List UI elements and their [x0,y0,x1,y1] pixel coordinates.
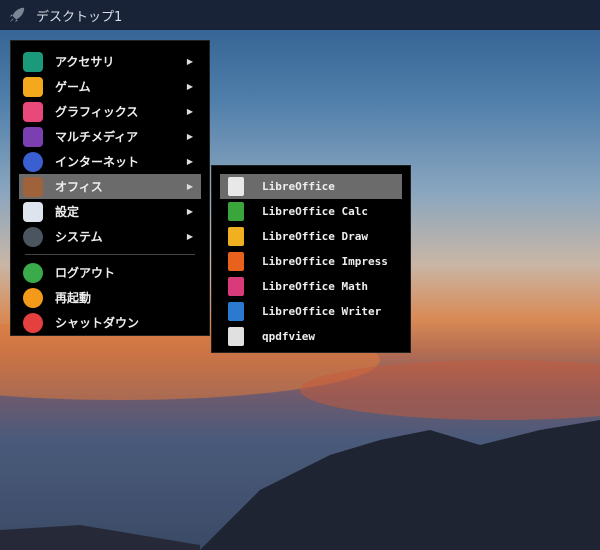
menu-item-label: ログアウト [55,266,116,280]
menu-item-label: マルチメディア [55,130,139,144]
menu-item-gear[interactable]: システム ▶ [19,224,201,249]
menu-item-label: LibreOffice [262,180,335,193]
briefcase-icon [23,176,43,197]
menu-item-restart[interactable]: 再起動 [19,285,201,310]
submenu-arrow-icon: ▶ [186,132,193,141]
power-icon [23,312,43,333]
menu-item-label: ゲーム [55,80,91,94]
taskbar: デスクトップ1 [0,0,600,30]
logout-icon [23,262,43,283]
menu-item-label: システム [55,230,103,244]
menu-item-accessories[interactable]: アクセサリ ▶ [19,49,201,74]
menu-item-label: 再起動 [55,291,92,305]
menu-item-qpdfview[interactable]: qpdfview [220,324,402,349]
writer-icon [228,302,244,321]
menu-item-multimedia[interactable]: マルチメディア ▶ [19,124,201,149]
menu-item-label: アクセサリ [55,55,115,69]
menu-item-label: グラフィックス [55,105,139,119]
menu-item-draw[interactable]: LibreOffice Draw [220,224,402,249]
application-menu: アクセサリ ▶ ゲーム ▶ グラフィックス ▶ マルチメディア ▶ インターネット ▶ オフィス ▶ 設… [10,40,210,336]
menu-item-math[interactable]: LibreOffice Math [220,274,402,299]
submenu-arrow-icon: ▶ [186,157,193,166]
menu-item-label: インターネット [55,155,140,169]
menu-item-label: LibreOffice Math [262,280,368,293]
restart-icon [23,287,43,308]
menu-item-internet[interactable]: インターネット ▶ [19,149,201,174]
menu-item-label: LibreOffice Impress [262,255,388,268]
submenu-arrow-icon: ▶ [186,232,193,241]
menu-item-power[interactable]: シャットダウン [19,310,201,335]
menu-item-logout[interactable]: ログアウト [19,260,201,285]
submenu-arrow-icon: ▶ [186,57,193,66]
menu-item-label: LibreOffice Calc [262,205,368,218]
gamepad-icon [23,76,43,97]
settings-icon [23,201,43,222]
menu-item-gamepad[interactable]: ゲーム ▶ [19,74,201,99]
submenu-arrow-icon: ▶ [186,107,193,116]
menu-item-label: qpdfview [262,330,315,343]
submenu-arrow-icon: ▶ [186,207,193,216]
desktop-name[interactable]: デスクトップ1 [36,6,122,25]
calc-icon [228,202,244,221]
submenu-arrow-icon: ▶ [186,82,193,91]
menu-separator [25,254,195,255]
rocket-icon[interactable] [8,6,26,24]
menu-item-calc[interactable]: LibreOffice Calc [220,199,402,224]
menu-item-label: オフィス [55,180,103,194]
math-icon [228,277,244,296]
impress-icon [228,252,244,271]
libreoffice-icon [228,177,244,196]
internet-icon [23,151,43,172]
draw-icon [228,227,244,246]
menu-item-settings[interactable]: 設定 ▶ [19,199,201,224]
accessories-icon [23,51,43,72]
menu-item-impress[interactable]: LibreOffice Impress [220,249,402,274]
qpdfview-icon [228,327,244,346]
menu-item-label: LibreOffice Writer [262,305,382,318]
menu-item-label: シャットダウン [55,316,140,330]
menu-item-label: LibreOffice Draw [262,230,368,243]
menu-item-libreoffice[interactable]: LibreOffice [220,174,402,199]
menu-item-label: 設定 [55,205,80,219]
menu-item-briefcase[interactable]: オフィス ▶ [19,174,201,199]
menu-item-writer[interactable]: LibreOffice Writer [220,299,402,324]
submenu-arrow-icon: ▶ [186,182,193,191]
menu-item-graphics[interactable]: グラフィックス ▶ [19,99,201,124]
graphics-icon [23,101,43,122]
office-submenu: LibreOffice LibreOffice Calc LibreOffice D… [211,165,411,353]
multimedia-icon [23,126,43,147]
gear-icon [23,226,43,247]
